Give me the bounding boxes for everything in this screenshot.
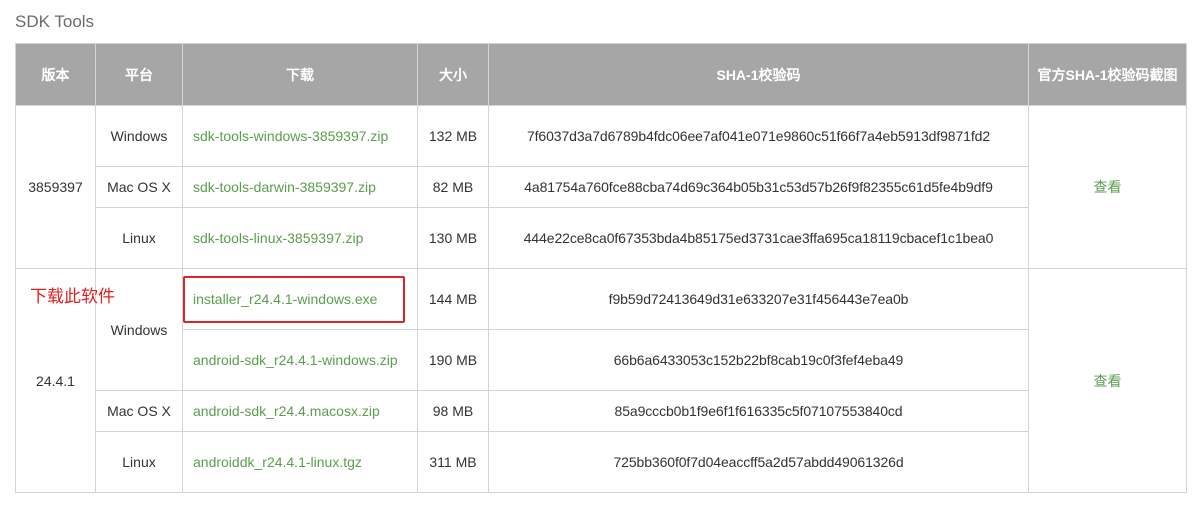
header-download: 下载: [182, 43, 418, 106]
platform-cell: Mac OS X: [95, 390, 183, 432]
table-row: 3859397 Windows sdk-tools-windows-385939…: [15, 105, 1187, 269]
sha1-cell: f9b59d72413649d31e633207e31f456443e7ea0b: [488, 268, 1029, 330]
size-cell: 311 MB: [417, 431, 489, 493]
header-sha1: SHA-1校验码: [488, 43, 1029, 106]
sha1-cell: 85a9cccb0b1f9e6f1f616335c5f07107553840cd: [488, 390, 1029, 432]
section-title: SDK Tools: [15, 12, 95, 31]
highlight-box: [183, 276, 405, 323]
download-link[interactable]: sdk-tools-windows-3859397.zip: [193, 128, 388, 144]
size-cell: 144 MB: [417, 268, 489, 330]
size-cell: 98 MB: [417, 390, 489, 432]
size-cell: 132 MB: [417, 105, 489, 167]
header-sha1-screenshot: 官方SHA-1校验码截图: [1028, 43, 1187, 106]
download-link[interactable]: sdk-tools-darwin-3859397.zip: [193, 179, 376, 195]
view-sha1-screenshot-link[interactable]: 查看: [1094, 179, 1122, 195]
sha1-cell: 444e22ce8ca0f67353bda4b85175ed3731cae3ff…: [488, 207, 1029, 269]
header-version: 版本: [15, 43, 96, 106]
annotation-label: 下载此软件: [30, 287, 115, 307]
table-row: Mac OS X sdk-tools-darwin-3859397.zip 82…: [16, 166, 1187, 208]
size-cell: 82 MB: [417, 166, 489, 208]
table-row: android-sdk_r24.4.1-windows.zip 190 MB 6…: [16, 329, 1187, 391]
platform-cell: Windows: [95, 105, 183, 167]
size-cell: 130 MB: [417, 207, 489, 269]
header-platform: 平台: [95, 43, 183, 106]
sha1-cell: 725bb360f0f7d04eaccff5a2d57abdd49061326d: [488, 431, 1029, 493]
table-row: Mac OS X android-sdk_r24.4.macosx.zip 98…: [16, 390, 1187, 432]
version-cell: 3859397: [15, 105, 96, 269]
sdk-tools-table: 版本 平台 下载 大小 SHA-1校验码 官方SHA-1校验码截图 385939…: [15, 43, 1187, 493]
download-link[interactable]: android-sdk_r24.4.1-windows.zip: [193, 352, 398, 368]
platform-cell: Linux: [95, 207, 183, 269]
platform-cell: Linux: [95, 431, 183, 493]
sha1-cell: 7f6037d3a7d6789b4fdc06ee7af041e071e9860c…: [488, 105, 1029, 167]
download-link[interactable]: sdk-tools-linux-3859397.zip: [193, 230, 363, 246]
view-sha1-screenshot-link[interactable]: 查看: [1094, 373, 1122, 389]
header-size: 大小: [417, 43, 489, 106]
table-row: Linux androiddk_r24.4.1-linux.tgz 311 MB…: [16, 431, 1187, 493]
sha1-cell: 4a81754a760fce88cba74d69c364b05b31c53d57…: [488, 166, 1029, 208]
size-cell: 190 MB: [417, 329, 489, 391]
download-link[interactable]: android-sdk_r24.4.macosx.zip: [193, 403, 380, 419]
table-row: Linux sdk-tools-linux-3859397.zip 130 MB…: [16, 207, 1187, 269]
download-link[interactable]: androiddk_r24.4.1-linux.tgz: [193, 454, 362, 470]
table-header-row: 版本 平台 下载 大小 SHA-1校验码 官方SHA-1校验码截图: [15, 43, 1187, 106]
platform-cell: Mac OS X: [95, 166, 183, 208]
sha1-cell: 66b6a6433053c152b22bf8cab19c0f3fef4eba49: [488, 329, 1029, 391]
